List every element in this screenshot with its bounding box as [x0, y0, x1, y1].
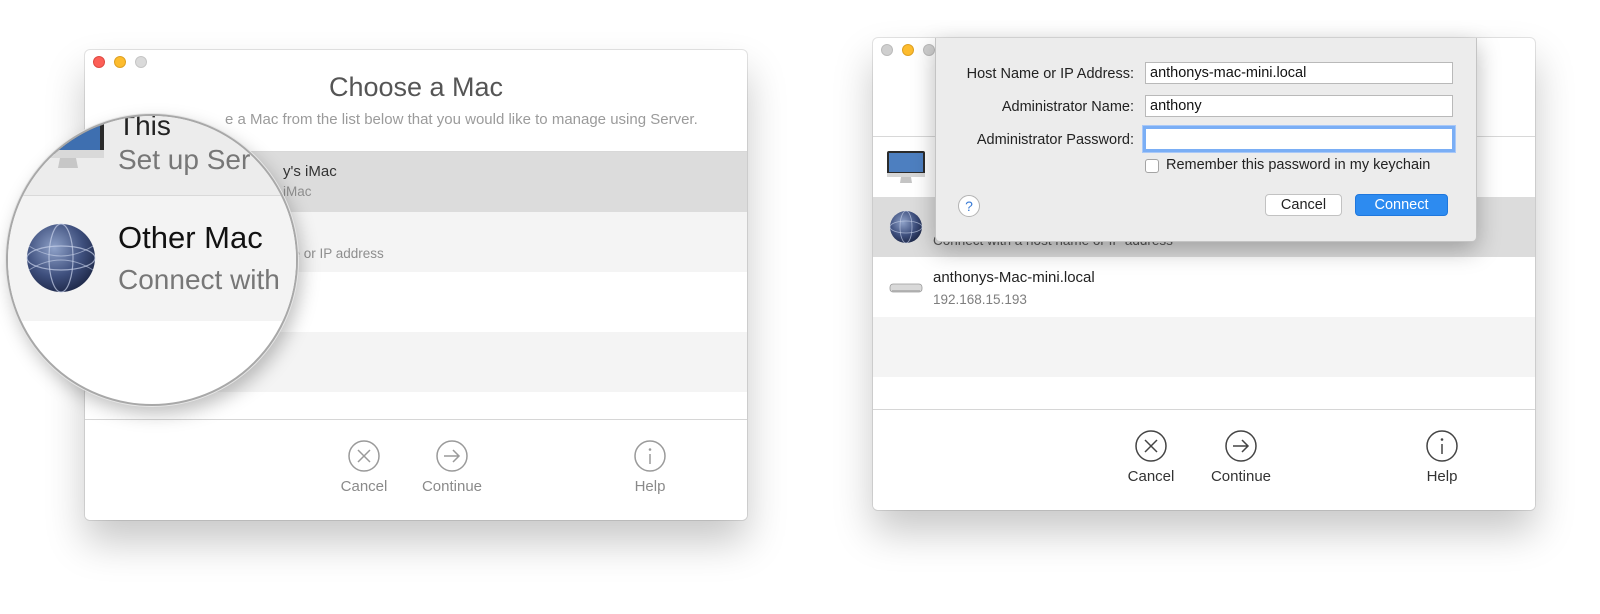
info-icon	[634, 440, 666, 472]
list-item-sub: 192.168.15.193	[933, 292, 1027, 307]
admin-password-field[interactable]	[1143, 126, 1455, 152]
connect-sheet-dialog: Host Name or IP Address: anthonys-mac-mi…	[935, 38, 1477, 242]
magnified-other-mac-sub: Connect with	[118, 264, 280, 295]
cancel-button[interactable]: Cancel	[319, 440, 409, 495]
remember-password-label: Remember this password in my keychain	[1166, 157, 1431, 173]
magnified-row-sub: Set up Ser	[118, 144, 251, 175]
continue-label: Continue	[421, 478, 483, 495]
admin-password-label: Administrator Password:	[976, 132, 1134, 148]
footer-toolbar: Cancel Continue Help	[873, 409, 1535, 510]
window-controls	[93, 56, 147, 68]
cancel-x-icon	[348, 440, 380, 472]
window-title: Choose a Mac	[328, 72, 504, 102]
window-subtitle: e a Mac from the list below that you wou…	[225, 111, 698, 128]
magnified-row-name: This	[118, 114, 171, 141]
help-button[interactable]: Help	[605, 440, 695, 495]
magnified-this-mac-row: This Set up Ser	[8, 116, 296, 196]
host-field[interactable]: anthonys-mac-mini.local	[1145, 62, 1453, 84]
help-button[interactable]: Help	[1397, 430, 1487, 485]
magnified-other-mac-name: Other Mac	[118, 220, 263, 255]
list-item-name: anthonys-Mac-mini.local	[933, 269, 1095, 286]
network-globe-icon	[889, 210, 923, 244]
help-question-button[interactable]: ?	[958, 195, 980, 217]
minimize-window-button[interactable]	[902, 44, 914, 56]
magnifier-callout: This Set up Ser Other Mac Connect with	[6, 114, 298, 406]
close-window-button[interactable]	[93, 56, 105, 68]
window-controls	[881, 44, 935, 56]
dialog-cancel-button[interactable]: Cancel	[1265, 194, 1342, 216]
help-label: Help	[1426, 468, 1458, 485]
admin-name-field[interactable]: anthony	[1145, 95, 1453, 117]
cancel-button[interactable]: Cancel	[1106, 430, 1196, 485]
close-window-button[interactable]	[881, 44, 893, 56]
network-globe-icon	[26, 223, 96, 293]
admin-name-label: Administrator Name:	[1001, 99, 1134, 115]
zoom-window-button[interactable]	[923, 44, 935, 56]
continue-label: Continue	[1210, 468, 1272, 485]
imac-icon	[32, 116, 104, 168]
footer-toolbar: Cancel Continue Help	[85, 419, 747, 520]
info-icon	[1426, 430, 1458, 462]
connect-button[interactable]: Connect	[1355, 194, 1448, 216]
list-item-sub: ne or IP address	[285, 246, 384, 261]
continue-button[interactable]: Continue	[1196, 430, 1286, 485]
continue-button[interactable]: Continue	[407, 440, 497, 495]
help-label: Help	[634, 478, 666, 495]
minimize-window-button[interactable]	[114, 56, 126, 68]
cancel-label: Cancel	[1127, 468, 1175, 485]
arrow-right-icon	[1225, 430, 1257, 462]
list-item-empty	[873, 317, 1535, 377]
magnified-other-mac-row: Other Mac Connect with	[8, 196, 296, 321]
arrow-right-icon	[436, 440, 468, 472]
imac-icon	[887, 151, 925, 183]
remember-password-checkbox[interactable]	[1145, 159, 1159, 173]
cancel-label: Cancel	[340, 478, 388, 495]
cancel-x-icon	[1135, 430, 1167, 462]
host-label: Host Name or IP Address:	[966, 66, 1134, 82]
zoom-window-button[interactable]	[135, 56, 147, 68]
mac-mini-icon	[889, 283, 923, 293]
list-item-mac-mini[interactable]: anthonys-Mac-mini.local 192.168.15.193	[873, 257, 1535, 317]
